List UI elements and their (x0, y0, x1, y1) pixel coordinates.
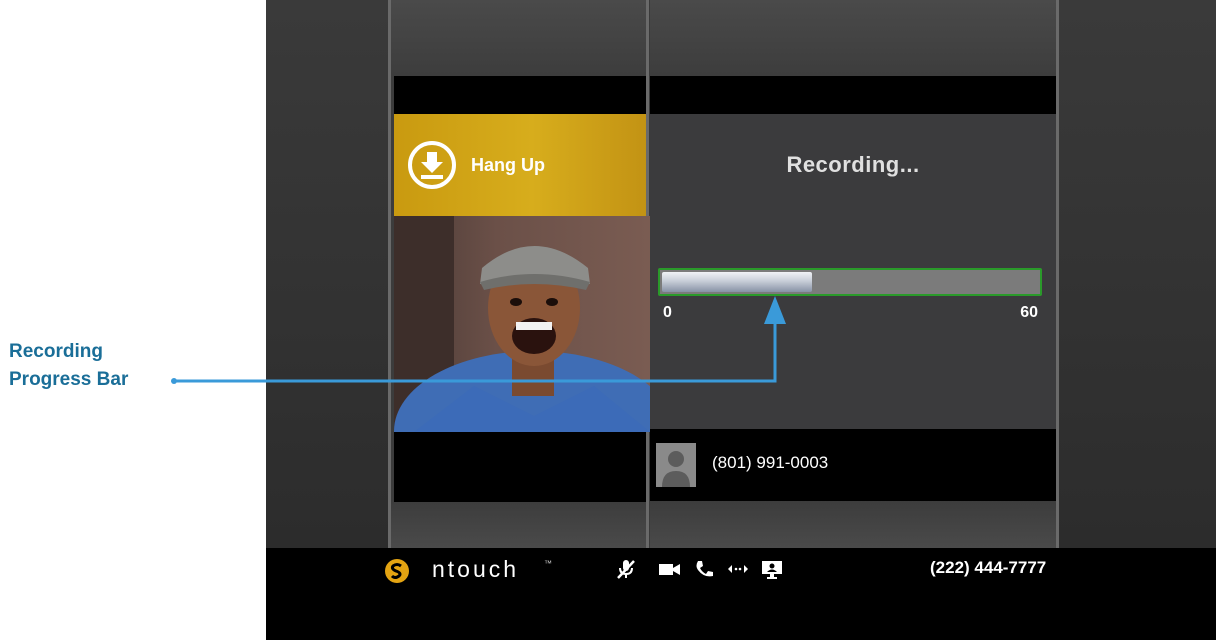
phone-icon[interactable] (692, 558, 716, 580)
callout-label-line1: Recording (9, 341, 103, 362)
videophone-screen: Hang Up Recording... 0 60 (801) 991-0003… (266, 0, 1216, 640)
sorenson-s-logo-icon (385, 559, 409, 583)
callout-label-line2: Progress Bar (9, 369, 129, 390)
trademark-symbol: ™ (544, 559, 552, 568)
recording-panel: Recording... 0 60 (650, 114, 1056, 429)
brand-name: ntouch (432, 556, 520, 582)
divider-right (1056, 0, 1059, 548)
video-camera-icon[interactable] (658, 558, 682, 580)
transfer-arrows-icon[interactable] (726, 558, 750, 580)
hang-up-label: Hang Up (471, 154, 545, 175)
caller-phone-number: (801) 991-0003 (712, 453, 829, 472)
mic-muted-icon[interactable] (614, 558, 638, 580)
left-background-panel (266, 0, 390, 548)
hang-up-download-icon (408, 141, 456, 189)
my-phone-number: (222) 444-7777 (930, 558, 1047, 577)
caller-info-bar: (801) 991-0003 (650, 429, 1056, 501)
hang-up-button[interactable]: Hang Up (394, 114, 646, 216)
screen-share-icon[interactable] (760, 558, 784, 580)
callout-label: Recording Progress Bar (9, 338, 128, 394)
right-header-bar (650, 76, 1056, 114)
person-silhouette-icon (656, 443, 696, 487)
left-footer-bar (394, 432, 646, 502)
recording-progress-fill (662, 272, 812, 292)
recording-title: Recording... (786, 152, 920, 177)
progress-min-label: 0 (663, 304, 672, 321)
progress-max-label: 60 (1020, 304, 1038, 321)
caller-video-image (394, 216, 650, 432)
left-header-bar (394, 76, 646, 114)
taskbar: ntouch ™ (222) 444-7777 (266, 548, 1216, 640)
right-background-panel (1056, 0, 1216, 548)
recording-progress-bar (658, 268, 1042, 296)
divider-left (388, 0, 391, 548)
